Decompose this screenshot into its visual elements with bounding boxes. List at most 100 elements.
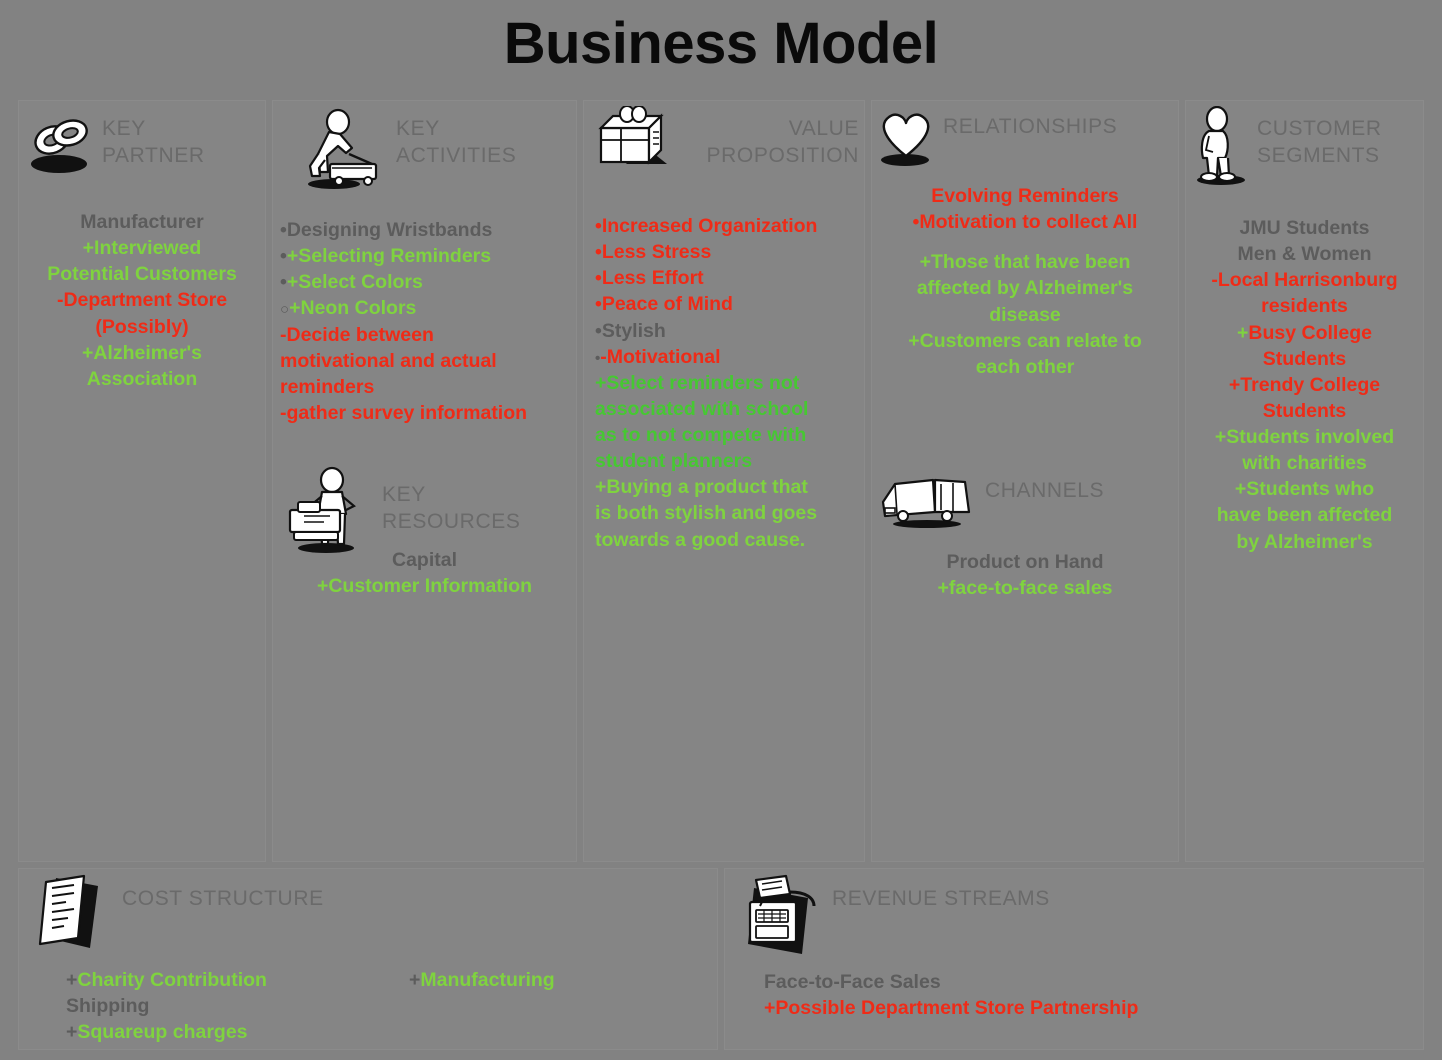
list-item: disease [989, 303, 1061, 326]
list-item: (Possibly) [95, 315, 189, 338]
list-item: -Decide between [280, 323, 434, 346]
list-item: •-Motivational [595, 345, 721, 368]
panel-key-partner: KEY PARTNER Manufacturer +Interviewed Po… [18, 100, 266, 862]
list-item: -Local Harrisonburg [1211, 269, 1398, 292]
list-item: •Peace of Mind [595, 293, 733, 316]
list-item: +Students who [1234, 478, 1375, 501]
list-item: •+Select Colors [280, 271, 423, 294]
section-title-value-proposition-l1: VALUE [788, 117, 859, 140]
list-item: residents [1261, 295, 1348, 318]
list-item: motivational and actual [280, 349, 497, 372]
list-item: Men & Women [1237, 243, 1372, 266]
list-item: as to not compete with [595, 424, 807, 446]
panel-relationships: RELATIONSHIPS Evolving Reminders •Motiva… [871, 100, 1179, 862]
rings-icon [26, 106, 96, 183]
channels-body: Product on Hand +face-to-face sales [871, 549, 1179, 601]
panel-cost-structure: COST STRUCTURE +Charity Contribution Shi… [18, 868, 718, 1050]
list-item: +Squareup charges [66, 1021, 248, 1044]
list-item: with charities [1242, 452, 1367, 475]
list-item: +Buying a product that [595, 476, 808, 499]
list-item: Potential Customers [47, 263, 237, 286]
panel-customer-segments: CUSTOMER SEGMENTS JMU Students Men & Wom… [1185, 100, 1424, 862]
section-title-cost-structure: COST STRUCTURE [122, 887, 324, 910]
list-item: JMU Students [1239, 217, 1370, 239]
list-item: towards a good cause. [595, 528, 806, 551]
gift-box-icon [591, 105, 677, 187]
invoice-icon [32, 872, 116, 959]
value-proposition-body: •Increased Organization •Less Stress •Le… [583, 213, 865, 553]
key-activities-body: •Designing Wristbands •+Selecting Remind… [272, 217, 577, 426]
section-title-key-partner-l1: KEY [102, 117, 146, 140]
list-item: +Students involved [1214, 426, 1395, 448]
list-item: Association [86, 367, 198, 390]
page-title: Business Model [503, 11, 939, 76]
list-item: Face-to-Face Sales [764, 971, 941, 993]
list-item: Product on Hand [946, 550, 1104, 573]
list-item: •Less Effort [595, 267, 704, 290]
panel-key-activities: KEY ACTIVITIES •Designing Wristbands •+S… [272, 100, 577, 862]
list-item: •Increased Organization [595, 215, 818, 237]
list-item: ○+Neon Colors [280, 297, 417, 320]
list-item: associated with school [595, 397, 809, 420]
panel-revenue-streams: REVENUE STREAMS Face-to-Face Sales +Poss… [724, 868, 1424, 1050]
list-item: Shipping [66, 995, 150, 1018]
list-item: +Interviewed [82, 237, 202, 260]
cash-register-icon [734, 872, 826, 965]
panel-value-proposition: VALUE PROPOSITION •Increased Organizatio… [583, 100, 865, 862]
list-item: •Less Stress [595, 241, 712, 264]
truck-icon [875, 468, 979, 535]
list-item: Manufacturer [80, 211, 204, 233]
business-model-canvas: Business Model KEY PARTNER Manufacturer … [0, 0, 1442, 1060]
list-item: Evolving Reminders [931, 185, 1119, 207]
list-item: •Motivation to collect All [912, 211, 1138, 234]
list-item: •+Selecting Reminders [280, 245, 492, 268]
list-item: +Alzheimer's [81, 341, 203, 364]
cost-column-right: +Manufacturing [357, 967, 555, 993]
list-item: +Customer Information [316, 575, 533, 598]
cost-column-left: +Charity Contribution Shipping +Squareup… [66, 967, 267, 1045]
list-item: +Busy College [1237, 321, 1372, 344]
section-title-value-proposition-l2: PROPOSITION [706, 143, 859, 167]
list-item: +Those that have been [919, 251, 1131, 274]
list-item: affected by Alzheimer's [916, 277, 1134, 300]
list-item: by Alzheimer's [1236, 530, 1373, 553]
list-item: have been affected [1216, 504, 1393, 527]
list-item: +face-to-face sales [937, 577, 1113, 599]
list-item: +Trendy College [1228, 373, 1381, 396]
section-title-key-activities-l1: KEY [396, 117, 440, 140]
section-title-customer-segments-l2: SEGMENTS [1257, 143, 1380, 167]
list-item: -Department Store [56, 289, 228, 312]
section-title-key-partner-l2: PARTNER [102, 143, 205, 167]
list-item: Students [1262, 347, 1347, 370]
section-title-customer-segments-l1: CUSTOMER [1257, 117, 1382, 140]
list-item: •Designing Wristbands [280, 219, 493, 241]
list-item: reminders [280, 375, 375, 398]
list-item: +Select reminders not [595, 371, 800, 394]
list-item: +Manufacturing [408, 969, 555, 991]
section-title-channels: CHANNELS [985, 478, 1105, 502]
section-title-key-resources-l2: RESOURCES [382, 509, 521, 533]
list-item: is both stylish and goes [595, 502, 818, 525]
heart-icon [875, 106, 937, 177]
list-item: •Stylish [595, 319, 666, 342]
revenue-streams-body: Face-to-Face Sales +Possible Department … [724, 969, 1424, 1021]
key-partner-body: Manufacturer +Interviewed Potential Cust… [18, 209, 266, 392]
worker-mowing-icon [294, 106, 390, 197]
list-item: +Charity Contribution [66, 969, 267, 991]
list-item: Students [1262, 399, 1347, 422]
list-item: each other [975, 355, 1075, 378]
list-item: +Possible Department Store Partnership [764, 997, 1139, 1020]
list-item: +Customers can relate to [908, 329, 1142, 352]
relationships-body: Evolving Reminders •Motivation to collec… [871, 183, 1179, 380]
worker-machine-icon [284, 466, 376, 563]
cost-structure-body: +Charity Contribution Shipping +Squareup… [18, 967, 718, 1045]
section-title-relationships: RELATIONSHIPS [943, 115, 1118, 138]
list-item: -gather survey information [280, 401, 528, 424]
section-title-key-activities-l2: ACTIVITIES [396, 143, 517, 167]
section-title-revenue-streams: REVENUE STREAMS [832, 887, 1050, 910]
customer-segments-body: JMU Students Men & Women -Local Harrison… [1185, 215, 1424, 555]
person-standing-icon [1191, 105, 1251, 191]
section-title-key-resources-l1: KEY [382, 483, 426, 506]
list-item: student planners [595, 450, 753, 473]
